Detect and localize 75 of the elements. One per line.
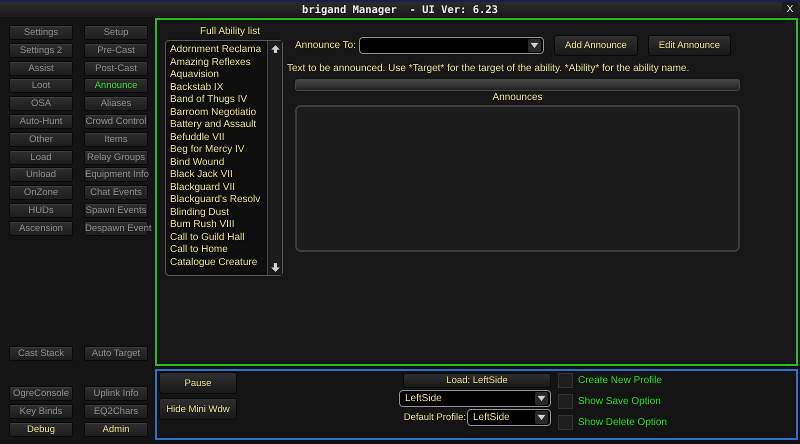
ability-item[interactable]: Band of Thugs IV xyxy=(170,94,267,106)
edit-announce-button[interactable]: Edit Announce xyxy=(648,35,732,56)
nav-button[interactable]: Relay Groups xyxy=(84,150,148,165)
nav-button[interactable]: Loot xyxy=(9,78,73,94)
caret-icon[interactable] xyxy=(535,392,548,405)
scrollbar[interactable] xyxy=(267,41,282,275)
nav-button[interactable]: OSA xyxy=(9,96,73,112)
ability-item[interactable]: Adornment Reclama xyxy=(170,44,267,56)
field-label: Announce To: xyxy=(295,40,356,51)
sidebar-button[interactable]: Cast Stack xyxy=(9,346,73,362)
sidebar-button[interactable]: Debug xyxy=(9,422,73,437)
nav-button[interactable]: Items xyxy=(84,132,148,147)
window-title: brigand Manager - UI Ver: 6.23 xyxy=(302,4,498,16)
ability-item[interactable]: Bum Rush VIII xyxy=(170,219,267,232)
scroll-up-icon[interactable] xyxy=(270,43,280,54)
ability-item[interactable]: Blinding Dust xyxy=(170,206,267,219)
checkbox[interactable] xyxy=(558,394,573,409)
add-announce-button[interactable]: Add Announce xyxy=(554,35,638,56)
scroll-down-icon[interactable] xyxy=(270,262,280,273)
checkbox[interactable] xyxy=(558,373,573,388)
ability-item[interactable]: Catalogue Creature xyxy=(170,256,267,269)
ability-item[interactable]: Barroom Negotiatio xyxy=(170,106,267,119)
nav-button[interactable]: Ascension xyxy=(9,220,73,236)
default-profile-dropdown[interactable]: LeftSide xyxy=(467,409,551,426)
ability-item[interactable]: Bind Wound xyxy=(170,156,267,169)
ability-item[interactable]: Befuddle VII xyxy=(170,132,267,144)
nav-button[interactable]: Settings 2 xyxy=(9,42,73,58)
ability-item[interactable]: Call to Home xyxy=(170,244,267,256)
nav-button[interactable]: Chat Events xyxy=(84,185,148,200)
hide-window-button[interactable]: Hide Mini Wdw xyxy=(159,398,237,420)
checkbox[interactable] xyxy=(558,415,573,430)
sidebar-button[interactable]: Admin xyxy=(84,422,148,437)
nav-button[interactable]: Settings xyxy=(9,25,73,40)
list-title: Announces xyxy=(491,91,544,105)
ability-item[interactable]: Backstab IX xyxy=(170,82,267,94)
ability-item[interactable]: Aquavision xyxy=(170,69,267,82)
caret-icon[interactable] xyxy=(528,39,541,52)
option-label[interactable]: Create New Profile xyxy=(578,375,662,386)
list-title: Full Ability list xyxy=(198,26,261,39)
nav-button[interactable]: OnZone xyxy=(9,185,73,200)
pause-button[interactable]: Pause xyxy=(159,372,237,394)
nav-button[interactable]: Announce xyxy=(84,78,148,94)
caret-icon[interactable] xyxy=(535,411,548,424)
nav-button[interactable]: Load xyxy=(9,150,73,165)
nav-button[interactable]: Spawn Events xyxy=(84,202,148,218)
ability-item[interactable]: Blackguard's Resolv xyxy=(170,194,267,206)
nav-button[interactable]: Post-Cast xyxy=(84,60,148,76)
profile-dropdown[interactable]: LeftSide xyxy=(399,390,551,407)
nav-button[interactable]: Crowd Control xyxy=(84,114,148,129)
ability-item[interactable]: Black Jack VII xyxy=(170,169,267,182)
nav-button[interactable]: HUDs xyxy=(9,202,73,218)
nav-button[interactable]: Other xyxy=(9,132,73,147)
nav-button[interactable]: Equipment Info xyxy=(84,167,148,182)
nav-button[interactable]: Aliases xyxy=(84,96,148,112)
nav-button[interactable]: Unload xyxy=(9,167,73,182)
ability-item[interactable]: Beg for Mercy IV xyxy=(170,144,267,156)
option-label[interactable]: Show Save Option xyxy=(578,396,661,407)
sidebar-button[interactable]: Key Binds xyxy=(9,404,73,420)
ability-item[interactable]: Call to Guild Hall xyxy=(170,232,267,244)
help-text: Text to be announced. Use *Target* for the target of the ability. *Ability* for the ability name. xyxy=(287,63,690,74)
ability-item[interactable]: Amazing Reflexes xyxy=(170,56,267,69)
ability-item[interactable]: Blackguard VII xyxy=(170,182,267,194)
sidebar-button[interactable]: Auto Target xyxy=(84,346,148,362)
option-label[interactable]: Show Delete Option xyxy=(578,417,667,428)
ability-item[interactable]: Battery and Assault xyxy=(170,119,267,132)
sidebar-button[interactable]: EQ2Chars xyxy=(84,404,148,420)
sidebar-button[interactable]: OgreConsole xyxy=(9,386,73,402)
sidebar-button[interactable]: Uplink Info xyxy=(84,386,148,402)
nav-button[interactable]: Pre-Cast xyxy=(84,42,148,58)
announce-to-dropdown[interactable] xyxy=(358,37,544,54)
nav-button[interactable]: Setup xyxy=(84,25,148,40)
load-button[interactable]: Load: LeftSide xyxy=(403,373,551,388)
nav-button[interactable]: Auto-Hunt xyxy=(9,114,73,129)
field-label: Default Profile: xyxy=(404,412,466,423)
nav-button[interactable]: Assist xyxy=(9,60,73,76)
